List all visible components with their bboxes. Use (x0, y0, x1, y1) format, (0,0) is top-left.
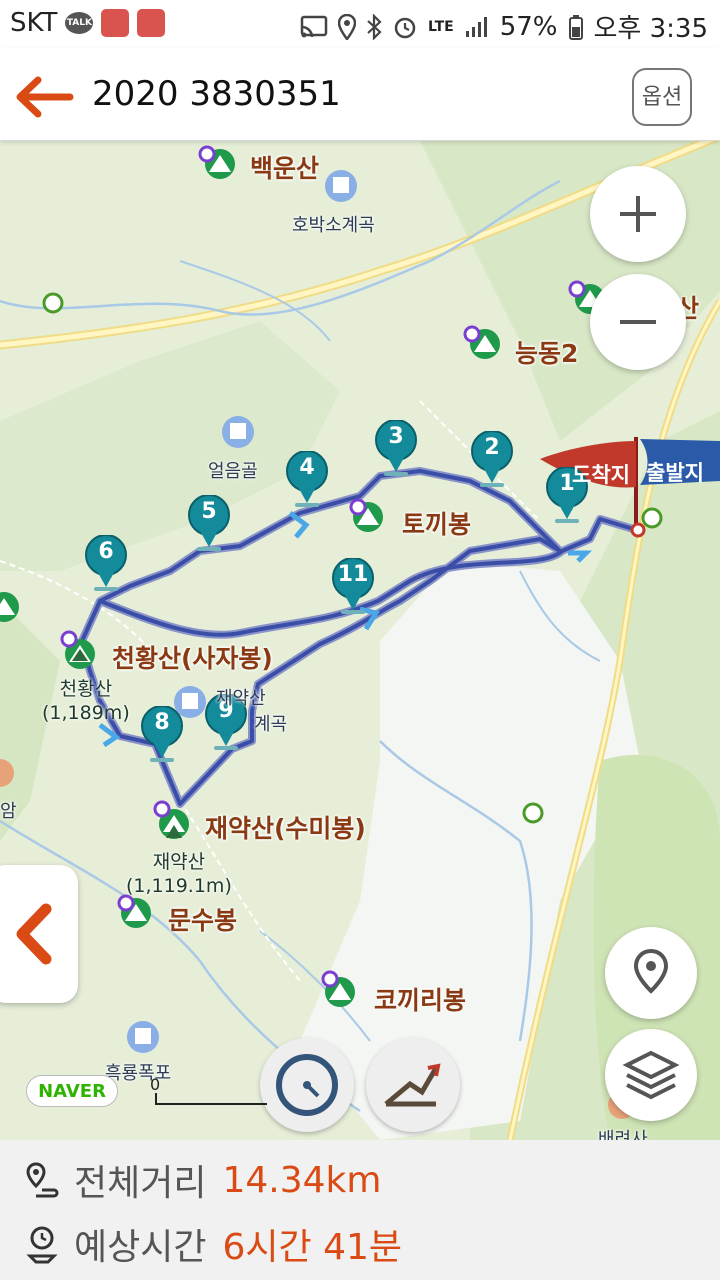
hiking-app-icon (101, 9, 130, 37)
waypoint-pin[interactable]: 3 (374, 419, 418, 482)
place-label: 호박소계곡 (292, 215, 375, 236)
network-label: LTE (427, 18, 454, 35)
distance-row: 전체거리 14.34km (24, 1150, 381, 1210)
time-label: 예상시간 (74, 1227, 207, 1268)
minus-icon (620, 320, 656, 324)
route-summary-panel: 전체거리 14.34km 예상시간 6시간 41분 (0, 1140, 720, 1280)
peak-label: 능동2 (515, 339, 579, 368)
waypoint-pin[interactable]: 2 (470, 430, 514, 493)
top-app-bar: 2020 3830351 옵션 (0, 48, 720, 141)
page-title: 2020 3830351 (92, 74, 341, 114)
status-bar: SKT TALK LTE 57% 오후 3:35 (0, 0, 720, 48)
side-panel-toggle[interactable] (0, 865, 78, 1003)
arrival-flag-label: 도착지 (572, 463, 630, 487)
alarm-icon (394, 17, 416, 38)
peak-label: 천황산(사자봉) (112, 644, 273, 673)
current-location-button[interactable] (605, 927, 697, 1019)
peak-label: 코끼리봉 (374, 986, 467, 1015)
signal-icon (465, 16, 487, 37)
kakaotalk-icon: TALK (65, 12, 94, 34)
distance-label: 전체거리 (74, 1163, 207, 1204)
route-distance-icon (26, 1162, 59, 1198)
peak-label: 백운산 (250, 154, 320, 183)
map-scale-bar (155, 1093, 267, 1105)
waypoint-pin[interactable]: 5 (187, 494, 231, 557)
elevation-chart-icon (384, 1063, 441, 1107)
scale-zero: 0 (150, 1075, 161, 1094)
carrier-label: SKT (10, 8, 58, 38)
peak-label: 토끼봉 (402, 510, 472, 539)
estimated-time-icon (26, 1226, 58, 1264)
place-label: 얼음골 (208, 461, 258, 482)
location-icon (337, 13, 356, 40)
place-label: 암 (0, 801, 17, 822)
zoom-out-button[interactable] (590, 274, 686, 370)
waypoint-pin[interactable]: 8 (140, 705, 184, 768)
layers-icon (622, 1050, 680, 1100)
place-label: 배려사 (598, 1129, 648, 1140)
summit-label: 천황산 (1,189m) (42, 678, 130, 724)
distance-value: 14.34km (222, 1159, 382, 1201)
options-button[interactable]: 옵션 (632, 68, 692, 126)
summit-label: 재약산 (1,119.1m) (126, 851, 232, 897)
clock: 오후 3:35 (593, 14, 709, 44)
departure-flag-label: 출발지 (646, 461, 704, 485)
waypoint-pin[interactable]: 4 (285, 450, 329, 513)
speedometer-icon (276, 1054, 338, 1116)
speedometer-button[interactable] (260, 1038, 354, 1132)
peak-label: 문수봉 (168, 906, 238, 935)
place-label: 계곡 (254, 714, 288, 735)
cast-icon (300, 15, 328, 37)
map-layers-button[interactable] (605, 1029, 697, 1121)
time-row: 예상시간 6시간 41분 (24, 1214, 402, 1274)
naver-logo: NAVER (26, 1075, 118, 1107)
back-arrow-icon[interactable] (14, 72, 74, 122)
plus-icon (620, 196, 656, 232)
hiking-app-icon-2 (137, 9, 166, 37)
time-value: 6시간 41분 (222, 1227, 403, 1268)
location-pin-icon (633, 948, 669, 994)
chevron-left-icon (16, 903, 52, 965)
battery-percent: 57% (499, 11, 558, 42)
bluetooth-icon (367, 13, 382, 40)
waypoint-pin[interactable]: 11 (331, 557, 375, 620)
peak-label: 재약산(수미봉) (205, 814, 366, 843)
place-label: 재약산 (216, 688, 266, 709)
battery-icon (568, 14, 583, 40)
waypoint-pin[interactable]: 6 (84, 534, 128, 597)
elevation-profile-button[interactable] (366, 1038, 460, 1132)
map-view[interactable]: 1 2 3 4 5 6 8 9 11 도착지 출발지 백운산 능동2 산 토끼봉… (0, 141, 720, 1140)
zoom-in-button[interactable] (590, 166, 686, 262)
